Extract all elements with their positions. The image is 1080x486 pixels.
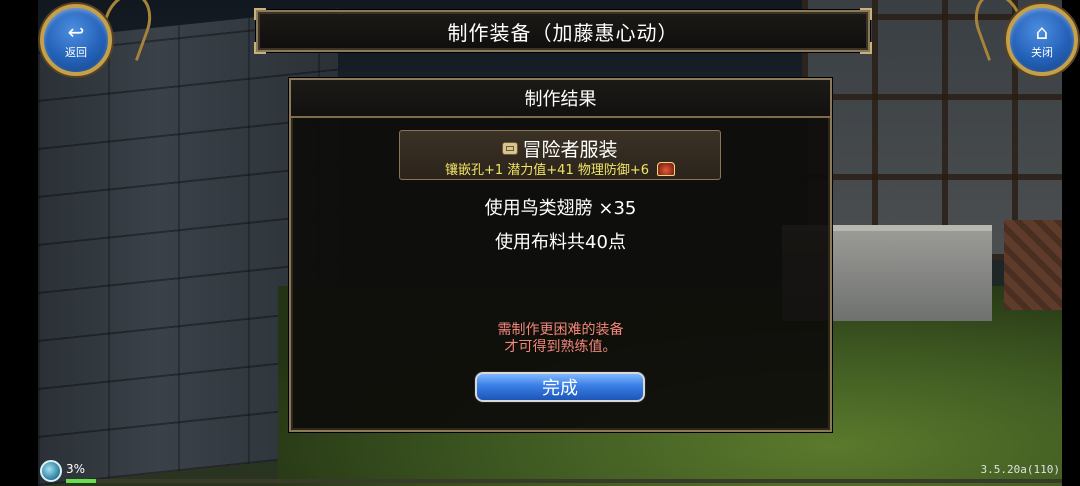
done-button[interactable]: 完成 <box>475 372 645 402</box>
scroll-icon <box>502 142 519 155</box>
crafted-item-card[interactable]: 冒险者服装 镶嵌孔+1 潜力值+41 物理防御+6 <box>399 130 721 180</box>
title-bar: 制作装备（加藤惠心动） <box>254 8 872 54</box>
back-button-label: 返回 <box>65 46 87 59</box>
frame-corner <box>860 42 872 54</box>
treasure-chest-icon <box>657 162 676 176</box>
right-letterbox <box>1062 0 1080 486</box>
proficiency-hint-line-2: 才可得到熟练值。 <box>504 339 617 355</box>
proficiency-hint-line-1: 需制作更困难的装备 <box>497 322 624 338</box>
game-screen: ↩ 返回 ⌂ 关闭 制作装备（加藤惠心动） 制作结果 冒险者服装 镶嵌孔+1 潜… <box>0 0 1080 486</box>
version-label: 3.5.20a(110) <box>980 463 1060 476</box>
item-name: 冒险者服装 <box>522 139 618 161</box>
wooden-crate <box>1004 220 1062 310</box>
left-letterbox <box>0 0 38 486</box>
craft-result-dialog: 制作结果 冒险者服装 镶嵌孔+1 潜力值+41 物理防御+6 使用鸟类翅膀 ×3… <box>289 78 832 432</box>
dialog-title: 制作结果 <box>524 89 597 110</box>
close-button[interactable]: ⌂ 关闭 <box>1006 4 1078 76</box>
frame-corner <box>254 8 266 20</box>
back-button[interactable]: ↩ 返回 <box>40 4 112 76</box>
material-line-cloth: 使用布料共40点 <box>495 232 626 253</box>
loading-progress-fill <box>66 479 96 483</box>
material-line-feathers: 使用鸟类翅膀 ×35 <box>484 198 637 219</box>
page-title: 制作装备（加藤惠心动） <box>447 20 679 45</box>
loading-orb-icon <box>40 460 62 482</box>
close-button-label: 关闭 <box>1031 46 1053 59</box>
item-stats: 镶嵌孔+1 潜力值+41 物理防御+6 <box>444 163 650 178</box>
item-stats-row: 镶嵌孔+1 潜力值+41 物理防御+6 <box>400 159 720 178</box>
frame-corner <box>860 8 872 20</box>
return-arrow-icon: ↩ <box>67 20 85 44</box>
frame-corner <box>254 42 266 54</box>
dialog-header: 制作结果 <box>291 80 830 118</box>
home-icon: ⌂ <box>1035 20 1049 44</box>
item-name-row: 冒险者服装 <box>400 135 720 162</box>
loading-percent: 3% <box>66 462 86 476</box>
loading-progress-bar <box>66 479 1062 483</box>
